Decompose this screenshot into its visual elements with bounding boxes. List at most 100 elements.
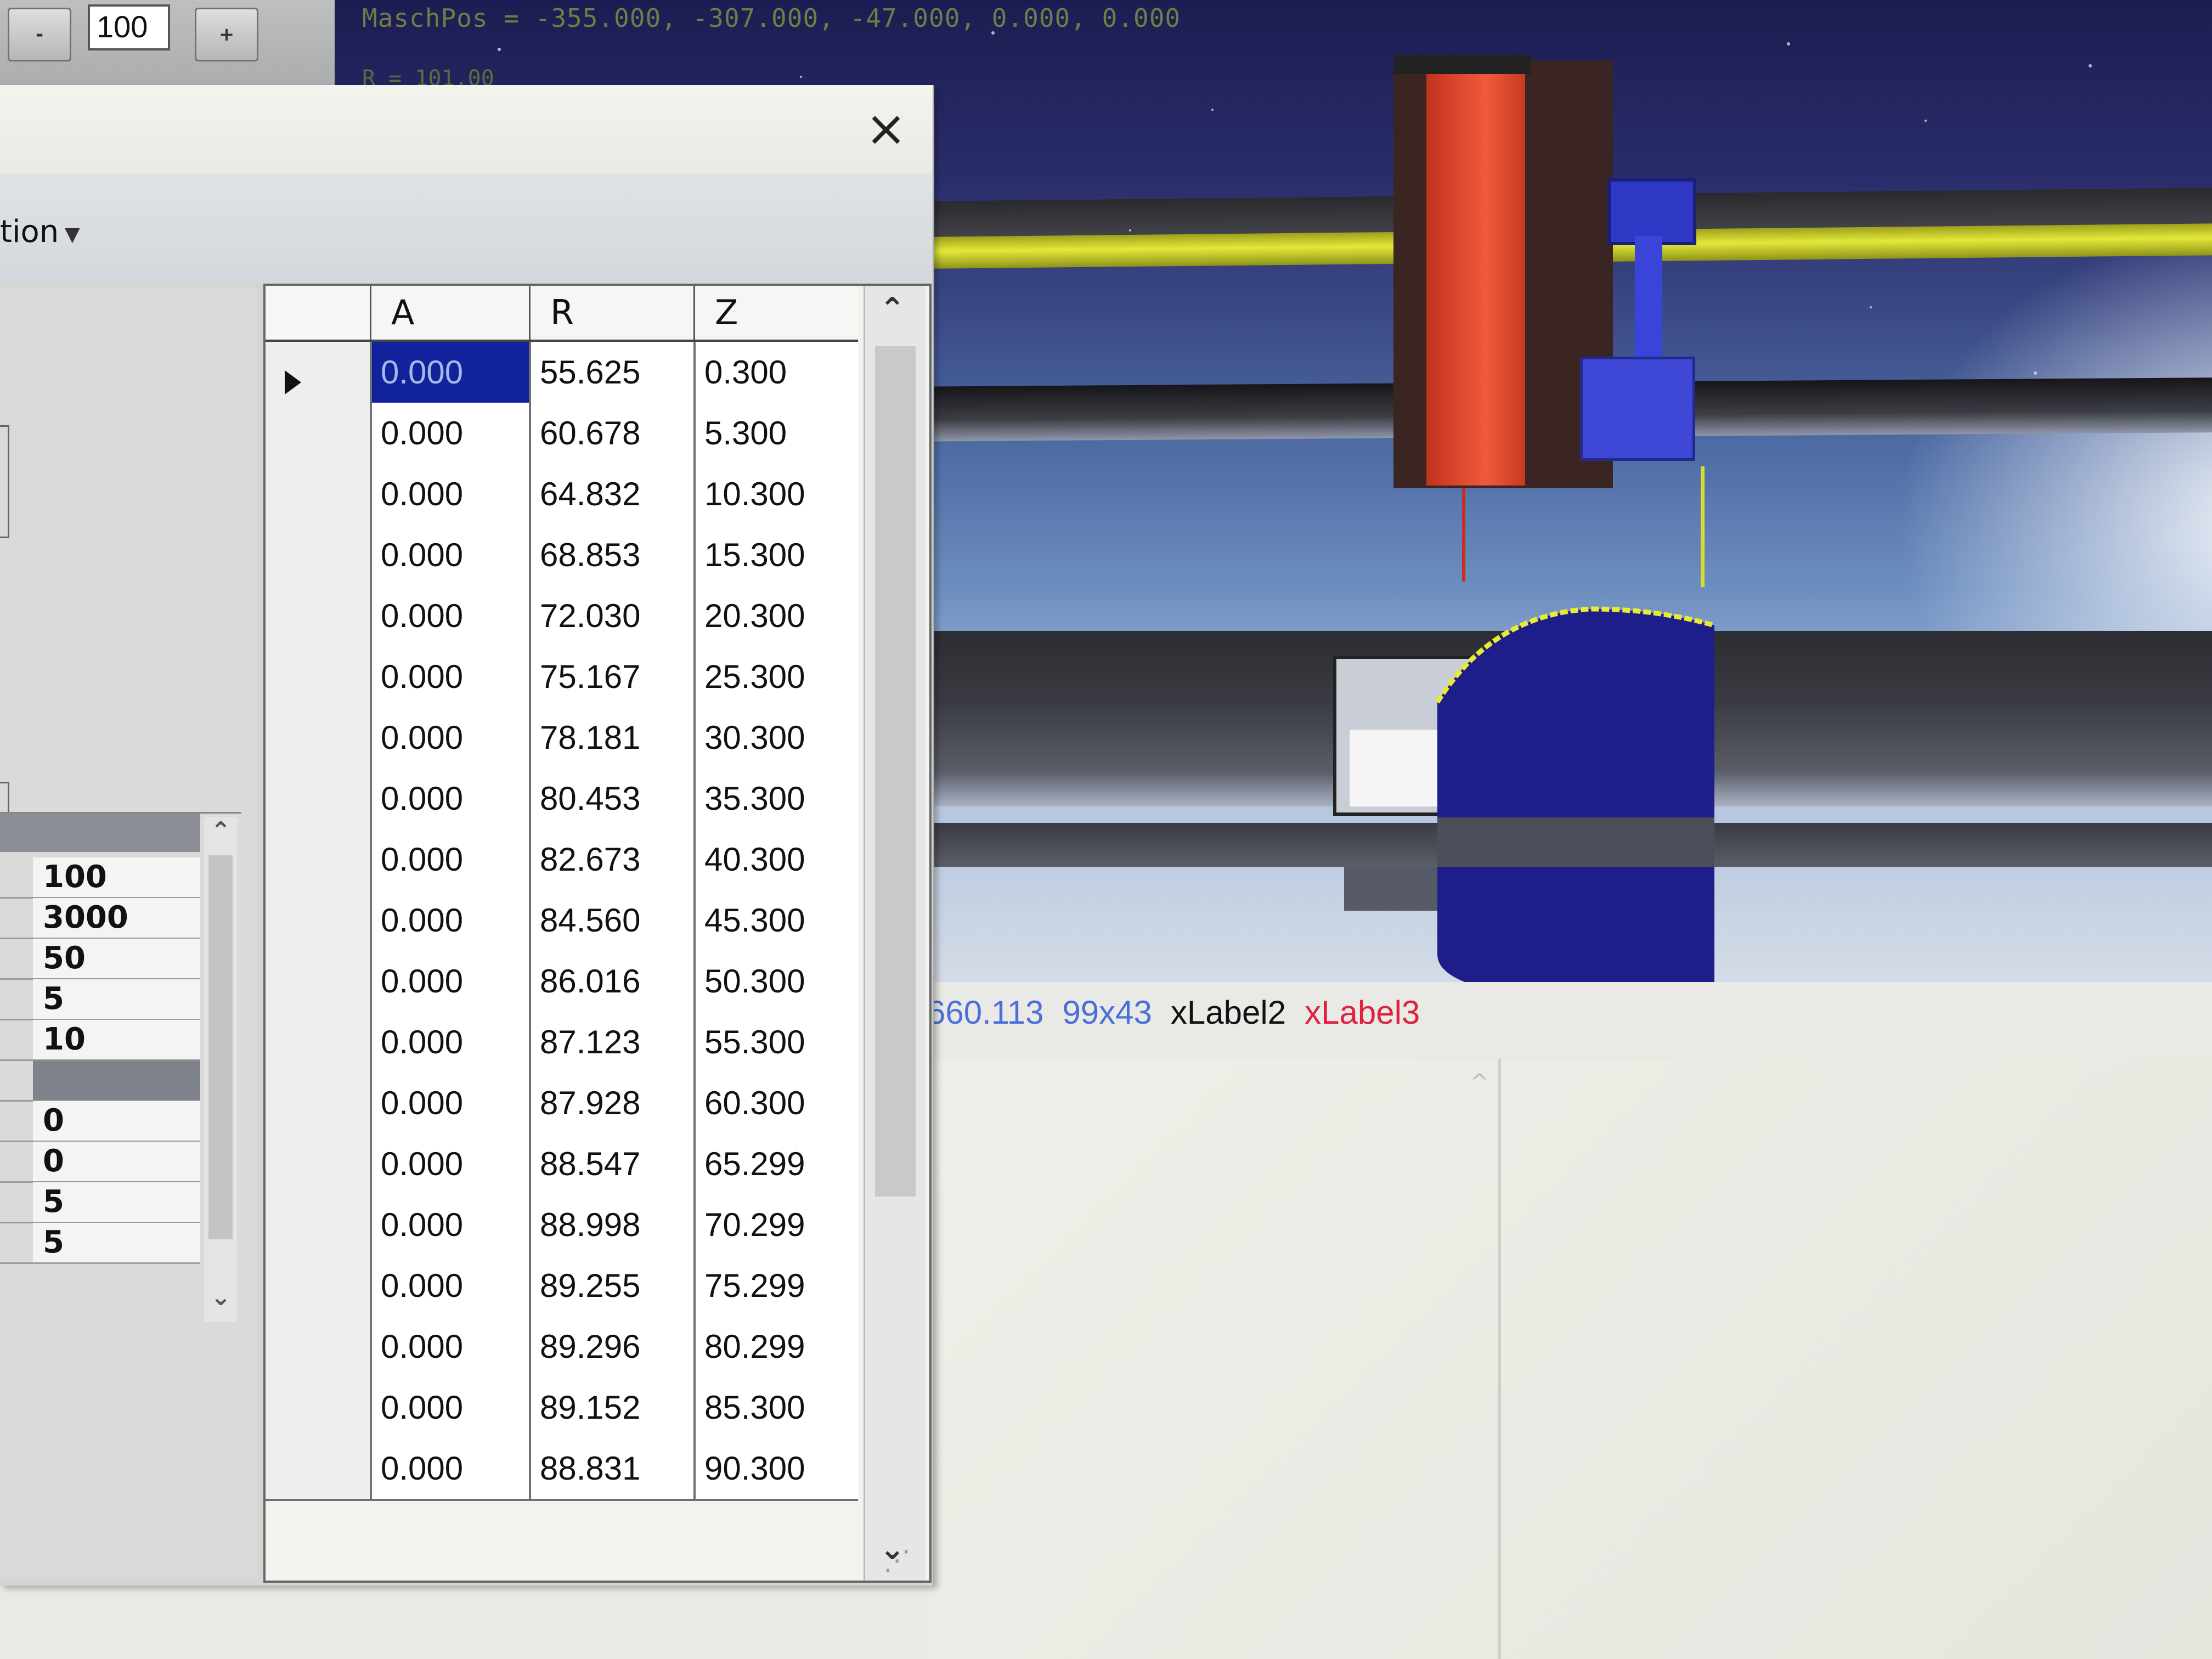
cell-r[interactable]: 88.831 [529, 1438, 693, 1499]
row-header[interactable] [266, 1073, 370, 1133]
cell-z[interactable]: 35.300 [693, 768, 858, 829]
table-row[interactable]: 0.000 68.853 15.300 [266, 524, 858, 588]
cell-a[interactable]: 0.000 [370, 707, 529, 768]
row-header[interactable] [266, 464, 370, 524]
table-row[interactable]: 0.000 78.181 30.300 [266, 707, 858, 770]
table-row[interactable]: 0.000 89.255 75.299 [266, 1255, 858, 1318]
zoom-minus-button[interactable]: - [8, 8, 71, 61]
cell-r[interactable]: 72.030 [529, 585, 693, 646]
cell-z[interactable]: 55.300 [693, 1012, 858, 1073]
table-row[interactable]: 0.000 86.016 50.300 [266, 951, 858, 1014]
cell-z[interactable]: 30.300 [693, 707, 858, 768]
cell-z[interactable]: 65.299 [693, 1133, 858, 1194]
row-header[interactable] [266, 1194, 370, 1255]
parameter-value[interactable]: 3000 [33, 898, 200, 938]
close-button[interactable]: × [853, 101, 919, 156]
parameter-row[interactable]: 100 [0, 857, 200, 899]
parameter-value[interactable] [33, 1060, 200, 1100]
zoom-plus-button[interactable]: + [195, 8, 258, 61]
table-row[interactable]: 0.000 72.030 20.300 [266, 585, 858, 648]
parameter-row[interactable]: 0 [0, 1142, 200, 1183]
row-header[interactable] [266, 707, 370, 768]
parameter-value[interactable]: 5 [33, 1223, 200, 1262]
row-header[interactable] [266, 1012, 370, 1073]
cell-r[interactable]: 60.678 [529, 403, 693, 464]
cell-z[interactable]: 10.300 [693, 464, 858, 524]
list-scroll-down-icon[interactable]: ⌄ [211, 1283, 231, 1311]
chevron-down-icon[interactable]: ▼ [65, 223, 80, 246]
lower-panel-scroll-up-icon[interactable]: ^ [1470, 1070, 1489, 1095]
cell-r[interactable]: 55.625 [529, 342, 693, 403]
table-row[interactable]: 0.000 87.928 60.300 [266, 1073, 858, 1136]
grid-scrollbar[interactable]: ⌃ ⌄ [864, 286, 926, 1581]
cell-r[interactable]: 80.453 [529, 768, 693, 829]
cell-r[interactable]: 89.255 [529, 1255, 693, 1316]
row-header[interactable] [266, 1255, 370, 1316]
cell-z[interactable]: 25.300 [693, 646, 858, 707]
row-header[interactable] [266, 951, 370, 1012]
table-row[interactable]: 0.000 88.547 65.299 [266, 1133, 858, 1197]
parameter-value[interactable]: 5 [33, 979, 200, 1019]
left-pane-control[interactable] [0, 425, 9, 538]
cell-r[interactable]: 84.560 [529, 890, 693, 951]
row-header[interactable] [266, 829, 370, 890]
cell-r[interactable]: 64.832 [529, 464, 693, 524]
table-row[interactable]: 0.000 89.152 85.300 [266, 1377, 858, 1440]
table-row[interactable]: 0.000 60.678 5.300 [266, 403, 858, 466]
cell-r[interactable]: 88.547 [529, 1133, 693, 1194]
cell-a[interactable]: 0.000 [370, 768, 529, 829]
cell-z[interactable]: 15.300 [693, 524, 858, 585]
parameter-value[interactable]: 10 [33, 1020, 200, 1059]
cell-z[interactable]: 50.300 [693, 951, 858, 1012]
parameter-list-scrollbar[interactable]: ⌃ ⌄ [204, 817, 237, 1322]
cell-z[interactable]: 20.300 [693, 585, 858, 646]
cell-a[interactable]: 0.000 [370, 342, 529, 403]
cell-a[interactable]: 0.000 [370, 1316, 529, 1377]
parameter-value[interactable]: 0 [33, 1142, 200, 1181]
cell-a[interactable]: 0.000 [370, 646, 529, 707]
cell-r[interactable]: 87.123 [529, 1012, 693, 1073]
table-row[interactable]: 0.000 88.831 90.300 [266, 1438, 858, 1501]
parameter-value[interactable]: 0 [33, 1101, 200, 1141]
cell-r[interactable]: 82.673 [529, 829, 693, 890]
row-header[interactable] [266, 1377, 370, 1438]
cell-a[interactable]: 0.000 [370, 951, 529, 1012]
zoom-input[interactable]: 100 [88, 4, 170, 50]
resize-grip-icon[interactable]: ⋰ [883, 1544, 911, 1576]
point-data-grid[interactable]: A R Z 0.000 55.625 0.300 0.000 60.678 5.300 0.… [263, 284, 932, 1583]
parameter-row[interactable]: 3000 [0, 898, 200, 939]
column-header-r[interactable]: R [529, 286, 693, 340]
cell-a[interactable]: 0.000 [370, 1133, 529, 1194]
row-header[interactable] [266, 1133, 370, 1194]
scroll-up-icon[interactable]: ⌃ [879, 291, 905, 327]
cell-r[interactable]: 89.296 [529, 1316, 693, 1377]
parameter-row[interactable]: 10 [0, 1020, 200, 1061]
cell-a[interactable]: 0.000 [370, 524, 529, 585]
list-scroll-up-icon[interactable]: ⌃ [211, 817, 231, 845]
cell-z[interactable]: 90.300 [693, 1438, 858, 1499]
parameter-row[interactable] [0, 1060, 200, 1102]
cell-z[interactable]: 45.300 [693, 890, 858, 951]
cell-z[interactable]: 75.299 [693, 1255, 858, 1316]
table-row[interactable]: 0.000 84.560 45.300 [266, 890, 858, 953]
table-row[interactable]: 0.000 89.296 80.299 [266, 1316, 858, 1379]
table-row[interactable]: 0.000 87.123 55.300 [266, 1012, 858, 1075]
cell-r[interactable]: 78.181 [529, 707, 693, 768]
cell-a[interactable]: 0.000 [370, 1194, 529, 1255]
cell-a[interactable]: 0.000 [370, 403, 529, 464]
list-scrollbar-thumb[interactable] [208, 855, 233, 1239]
row-header[interactable] [266, 342, 370, 403]
cell-z[interactable]: 40.300 [693, 829, 858, 890]
cell-r[interactable]: 75.167 [529, 646, 693, 707]
cell-a[interactable]: 0.000 [370, 1438, 529, 1499]
row-header[interactable] [266, 768, 370, 829]
parameter-row[interactable]: 5 [0, 1223, 200, 1264]
scrollbar-thumb[interactable] [875, 346, 916, 1197]
table-row[interactable]: 0.000 80.453 35.300 [266, 768, 858, 831]
cell-r[interactable]: 87.928 [529, 1073, 693, 1133]
cell-z[interactable]: 60.300 [693, 1073, 858, 1133]
table-row[interactable]: 0.000 55.625 0.300 [266, 342, 858, 405]
parameter-value[interactable]: 50 [33, 939, 200, 978]
dropdown-menu-label[interactable]: tion [0, 214, 59, 250]
cell-a[interactable]: 0.000 [370, 1377, 529, 1438]
